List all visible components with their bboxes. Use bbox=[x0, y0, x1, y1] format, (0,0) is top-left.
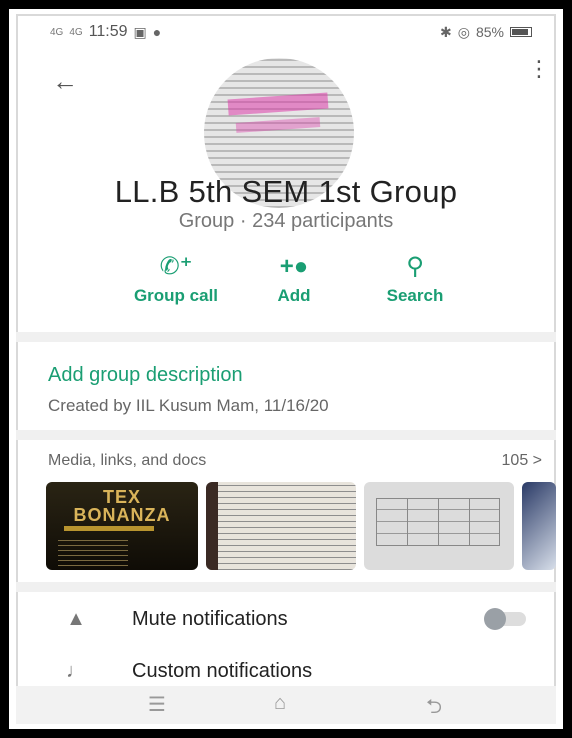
notification-icon: ▣ bbox=[133, 23, 147, 40]
toggle-knob bbox=[484, 608, 506, 630]
battery-icon bbox=[510, 27, 532, 37]
status-right: ✱ ◎ 85% bbox=[440, 24, 532, 41]
battery-percent: 85% bbox=[475, 24, 504, 40]
search-button[interactable]: ⚲ Search bbox=[370, 252, 460, 306]
media-thumbnail[interactable] bbox=[206, 482, 356, 570]
mute-label: Mute notifications bbox=[132, 608, 288, 630]
search-label: Search bbox=[386, 286, 444, 305]
avatar-highlight bbox=[227, 92, 329, 116]
search-icon: ⚲ bbox=[406, 253, 424, 280]
media-title[interactable]: Media, links, and docs bbox=[48, 452, 206, 470]
add-person-icon: +● bbox=[279, 253, 309, 280]
menu-nav-icon[interactable]: ☰ bbox=[148, 692, 166, 717]
add-label: Add bbox=[277, 286, 311, 305]
status-left: 4G 4G 11:59 ▣ ● bbox=[50, 23, 161, 41]
more-options-icon[interactable]: ⋮ bbox=[528, 58, 550, 80]
mute-notifications-row[interactable]: ▲ Mute notifications bbox=[16, 596, 556, 646]
mute-toggle[interactable] bbox=[484, 608, 526, 630]
bluetooth-icon: ✱ bbox=[440, 23, 452, 40]
section-divider-3 bbox=[16, 582, 556, 592]
thumbnail-lines bbox=[58, 536, 128, 566]
section-divider-2 bbox=[16, 430, 556, 440]
system-nav-bar: ☰ ⌂ ⮌ bbox=[16, 686, 556, 724]
group-call-label: Group call bbox=[133, 286, 219, 305]
thumbnail-table bbox=[376, 498, 500, 546]
thumbnail-text: TEX BONANZA bbox=[73, 487, 171, 525]
custom-label: Custom notifications bbox=[132, 660, 313, 682]
group-name[interactable]: LL.B 5th SEM 1st Group bbox=[16, 174, 556, 210]
media-thumbnail[interactable] bbox=[522, 482, 556, 570]
add-participant-button[interactable]: +● Add bbox=[262, 252, 326, 306]
group-call-button[interactable]: ✆⁺ Group call bbox=[120, 252, 232, 306]
section-divider bbox=[16, 332, 556, 342]
music-note-icon: ♩ bbox=[66, 660, 86, 682]
home-nav-icon[interactable]: ⌂ bbox=[274, 692, 286, 715]
media-thumbnail[interactable] bbox=[364, 482, 514, 570]
media-count[interactable]: 105 > bbox=[502, 452, 542, 470]
thumbnail-band bbox=[64, 526, 154, 531]
media-thumbnail[interactable]: TEX BONANZA bbox=[46, 482, 198, 570]
status-time: 11:59 bbox=[88, 23, 128, 40]
add-description-link[interactable]: Add group description bbox=[48, 364, 243, 387]
avatar-highlight-2 bbox=[235, 117, 321, 133]
back-nav-icon[interactable]: ⮌ bbox=[426, 692, 442, 724]
whatsapp-icon: ● bbox=[152, 24, 162, 40]
signal-icon-2: 4G bbox=[69, 26, 83, 38]
phone-add-icon: ✆⁺ bbox=[159, 253, 193, 280]
signal-icon: 4G bbox=[50, 26, 64, 38]
phone-screen: 4G 4G 11:59 ▣ ● ✱ ◎ 85% ← ⋮ LL.B 5th SEM… bbox=[16, 14, 556, 724]
hotspot-icon: ◎ bbox=[457, 23, 470, 40]
group-subtitle: Group · 234 participants bbox=[178, 210, 394, 232]
back-arrow-icon[interactable]: ← bbox=[52, 66, 78, 97]
status-bar: 4G 4G 11:59 ▣ ● ✱ ◎ 85% bbox=[16, 14, 556, 50]
bell-icon: ▲ bbox=[66, 608, 86, 630]
created-by-text: Created by IIL Kusum Mam, 11/16/20 bbox=[48, 396, 329, 415]
